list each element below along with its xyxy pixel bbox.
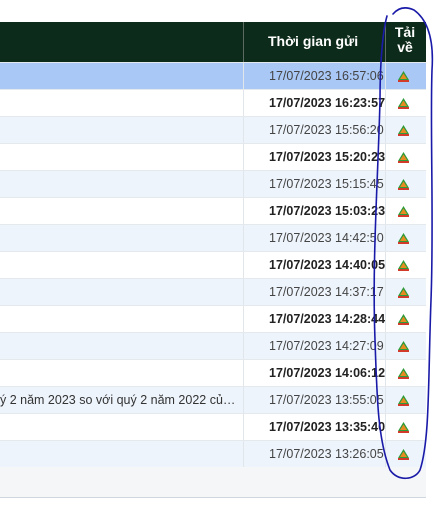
download-icon[interactable] bbox=[397, 151, 410, 164]
table-row[interactable]: 17/07/2023 14:28:44 bbox=[0, 305, 426, 332]
cell-divider bbox=[243, 279, 244, 305]
table-row[interactable]: 17/07/2023 14:42:50 bbox=[0, 224, 426, 251]
table-row[interactable]: ý 2 năm 2023 so với quý 2 năm 2022 của …… bbox=[0, 386, 426, 413]
column-header-download-line2: về bbox=[397, 39, 413, 55]
download-icon[interactable] bbox=[397, 421, 410, 434]
table-row[interactable]: 17/07/2023 16:23:57 bbox=[0, 89, 426, 116]
table-row[interactable]: 17/07/2023 15:56:20 bbox=[0, 116, 426, 143]
download-icon[interactable] bbox=[397, 340, 410, 353]
table-row[interactable]: 17/07/2023 14:40:05 bbox=[0, 251, 426, 278]
download-icon[interactable] bbox=[397, 394, 410, 407]
row-send-time: 17/07/2023 13:55:05 bbox=[269, 393, 384, 407]
cell-divider bbox=[243, 171, 244, 197]
table-row[interactable]: 17/07/2023 14:06:12 bbox=[0, 359, 426, 386]
column-header-download[interactable]: Tải về bbox=[388, 25, 422, 55]
download-icon[interactable] bbox=[397, 286, 410, 299]
table-row[interactable]: 17/07/2023 15:03:23 bbox=[0, 197, 426, 224]
table-body: 17/07/2023 16:57:06 17/07/2023 16:23:57 17… bbox=[0, 62, 426, 467]
cell-divider bbox=[243, 360, 244, 386]
table-row[interactable]: 17/07/2023 15:20:23 bbox=[0, 143, 426, 170]
row-send-time: 17/07/2023 14:28:44 bbox=[269, 312, 386, 326]
row-send-time: 17/07/2023 14:27:09 bbox=[269, 339, 384, 353]
cell-divider bbox=[385, 279, 386, 305]
row-send-time: 17/07/2023 14:37:17 bbox=[269, 285, 384, 299]
header-divider bbox=[385, 22, 386, 62]
cell-divider bbox=[385, 171, 386, 197]
row-title[interactable]: ý 2 năm 2023 so với quý 2 năm 2022 của … bbox=[0, 393, 238, 407]
column-header-send-time[interactable]: Thời gian gửi bbox=[268, 33, 358, 49]
cell-divider bbox=[243, 306, 244, 332]
row-send-time: 17/07/2023 16:57:06 bbox=[269, 69, 384, 83]
row-send-time: 17/07/2023 16:23:57 bbox=[269, 96, 386, 110]
cell-divider bbox=[385, 90, 386, 116]
row-send-time: 17/07/2023 15:15:45 bbox=[269, 177, 384, 191]
column-header-download-line1: Tải bbox=[394, 24, 416, 40]
row-send-time: 17/07/2023 15:20:23 bbox=[269, 150, 386, 164]
cell-divider bbox=[385, 414, 386, 440]
row-send-time: 17/07/2023 14:40:05 bbox=[269, 258, 386, 272]
download-icon[interactable] bbox=[397, 97, 410, 110]
cell-divider bbox=[243, 333, 244, 359]
cell-divider bbox=[385, 225, 386, 251]
row-send-time: 17/07/2023 15:56:20 bbox=[269, 123, 384, 137]
cell-divider bbox=[385, 198, 386, 224]
download-icon[interactable] bbox=[397, 178, 410, 191]
download-icon[interactable] bbox=[397, 70, 410, 83]
cell-divider bbox=[385, 306, 386, 332]
cell-divider bbox=[243, 198, 244, 224]
row-send-time: 17/07/2023 13:26:05 bbox=[269, 447, 384, 461]
table-header: Thời gian gửi Tải về bbox=[0, 22, 426, 62]
download-icon[interactable] bbox=[397, 367, 410, 380]
download-icon[interactable] bbox=[397, 232, 410, 245]
table-row[interactable]: 17/07/2023 13:35:40 bbox=[0, 413, 426, 440]
cell-divider bbox=[243, 63, 244, 89]
table-row[interactable]: 17/07/2023 13:26:05 bbox=[0, 440, 426, 467]
row-send-time: 17/07/2023 14:06:12 bbox=[269, 366, 386, 380]
cell-divider bbox=[385, 252, 386, 278]
row-send-time: 17/07/2023 15:03:23 bbox=[269, 204, 386, 218]
cell-divider bbox=[385, 441, 386, 467]
cell-divider bbox=[385, 63, 386, 89]
table-row[interactable]: 17/07/2023 15:15:45 bbox=[0, 170, 426, 197]
cell-divider bbox=[243, 441, 244, 467]
table-row[interactable]: 17/07/2023 16:57:06 bbox=[0, 62, 426, 89]
cell-divider bbox=[385, 333, 386, 359]
download-icon[interactable] bbox=[397, 259, 410, 272]
cell-divider bbox=[385, 387, 386, 413]
cell-divider bbox=[385, 117, 386, 143]
table-row[interactable]: 17/07/2023 14:37:17 bbox=[0, 278, 426, 305]
cell-divider bbox=[243, 252, 244, 278]
messages-table: Thời gian gửi Tải về 17/07/2023 16:57:06… bbox=[0, 22, 426, 498]
cell-divider bbox=[385, 360, 386, 386]
cell-divider bbox=[243, 90, 244, 116]
header-divider bbox=[243, 22, 244, 62]
download-icon[interactable] bbox=[397, 124, 410, 137]
table-row[interactable]: 17/07/2023 14:27:09 bbox=[0, 332, 426, 359]
screen: Thời gian gửi Tải về 17/07/2023 16:57:06… bbox=[0, 0, 441, 516]
download-icon[interactable] bbox=[397, 448, 410, 461]
cell-divider bbox=[243, 225, 244, 251]
cell-divider bbox=[243, 414, 244, 440]
cell-divider bbox=[243, 144, 244, 170]
row-send-time: 17/07/2023 13:35:40 bbox=[269, 420, 386, 434]
row-send-time: 17/07/2023 14:42:50 bbox=[269, 231, 384, 245]
cell-divider bbox=[243, 387, 244, 413]
cell-divider bbox=[243, 117, 244, 143]
download-icon[interactable] bbox=[397, 313, 410, 326]
download-icon[interactable] bbox=[397, 205, 410, 218]
cell-divider bbox=[385, 144, 386, 170]
